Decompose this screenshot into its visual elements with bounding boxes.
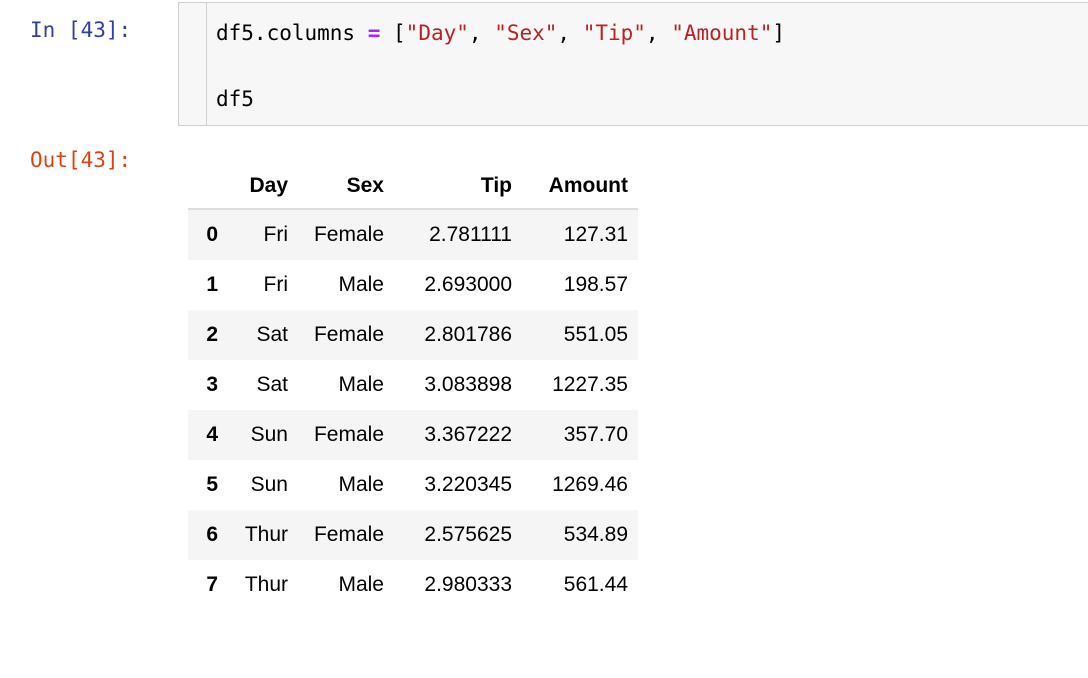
code-gutter xyxy=(179,3,207,125)
cell-sex: Female xyxy=(298,510,394,560)
cell-tip: 3.367222 xyxy=(394,410,522,460)
cell-day: Fri xyxy=(226,260,298,310)
cell-day: Sun xyxy=(226,460,298,510)
table-row: 0 Fri Female 2.781111 127.31 xyxy=(188,209,638,260)
column-header-index xyxy=(188,168,226,209)
row-index-cell: 1 xyxy=(188,260,226,310)
row-index-cell: 7 xyxy=(188,560,226,610)
cell-day: Sat xyxy=(226,310,298,360)
table-head: Day Sex Tip Amount xyxy=(188,168,638,209)
table-body: 0 Fri Female 2.781111 127.31 1 Fri Male … xyxy=(188,209,638,610)
row-index-cell: 5 xyxy=(188,460,226,510)
column-header-tip: Tip xyxy=(394,168,522,209)
code-text[interactable]: df5.columns = ["Day", "Sex", "Tip", "Amo… xyxy=(208,3,1088,125)
cell-tip: 2.980333 xyxy=(394,560,522,610)
code-line-3: df5 xyxy=(216,83,1088,116)
cell-tip: 3.220345 xyxy=(394,460,522,510)
cell-sex: Male xyxy=(298,360,394,410)
code-line-1: df5.columns = ["Day", "Sex", "Tip", "Amo… xyxy=(216,17,1088,50)
column-header-day: Day xyxy=(226,168,298,209)
table-row: 4 Sun Female 3.367222 357.70 xyxy=(188,410,638,460)
table-row: 7 Thur Male 2.980333 561.44 xyxy=(188,560,638,610)
cell-sex: Female xyxy=(298,410,394,460)
cell-amount: 127.31 xyxy=(522,209,638,260)
table-header-row: Day Sex Tip Amount xyxy=(188,168,638,209)
cell-tip: 2.781111 xyxy=(394,209,522,260)
code-token-string-tip: "Tip" xyxy=(583,21,646,45)
dataframe-output: Day Sex Tip Amount 0 Fri Female 2.781111… xyxy=(188,168,638,610)
table-row: 6 Thur Female 2.575625 534.89 xyxy=(188,510,638,560)
cell-amount: 551.05 xyxy=(522,310,638,360)
row-index-cell: 0 xyxy=(188,209,226,260)
code-line-2-blank xyxy=(216,50,1088,83)
cell-tip: 2.801786 xyxy=(394,310,522,360)
cell-sex: Female xyxy=(298,310,394,360)
cell-sex: Female xyxy=(298,209,394,260)
cell-tip: 3.083898 xyxy=(394,360,522,410)
column-header-amount: Amount xyxy=(522,168,638,209)
cell-amount: 198.57 xyxy=(522,260,638,310)
cell-day: Fri xyxy=(226,209,298,260)
code-token-comma-1: , xyxy=(469,21,494,45)
cell-sex: Male xyxy=(298,560,394,610)
notebook-input-cell: In [43]: df5.columns = ["Day", "Sex", "T… xyxy=(0,0,1088,128)
output-prompt-label: Out[43]: xyxy=(30,148,131,172)
table-row: 2 Sat Female 2.801786 551.05 xyxy=(188,310,638,360)
cell-amount: 534.89 xyxy=(522,510,638,560)
cell-amount: 561.44 xyxy=(522,560,638,610)
cell-day: Sun xyxy=(226,410,298,460)
row-index-cell: 2 xyxy=(188,310,226,360)
table-row: 1 Fri Male 2.693000 198.57 xyxy=(188,260,638,310)
code-token-comma-3: , xyxy=(646,21,671,45)
code-token-string-sex: "Sex" xyxy=(494,21,557,45)
cell-amount: 357.70 xyxy=(522,410,638,460)
column-header-sex: Sex xyxy=(298,168,394,209)
row-index-cell: 6 xyxy=(188,510,226,560)
code-token-close-bracket: ] xyxy=(772,21,785,45)
cell-sex: Male xyxy=(298,260,394,310)
code-token-open-bracket: [ xyxy=(380,21,405,45)
code-editor-area[interactable]: df5.columns = ["Day", "Sex", "Tip", "Amo… xyxy=(178,2,1088,126)
code-token-comma-2: , xyxy=(557,21,582,45)
table-row: 5 Sun Male 3.220345 1269.46 xyxy=(188,460,638,510)
cell-day: Thur xyxy=(226,510,298,560)
row-index-cell: 3 xyxy=(188,360,226,410)
cell-sex: Male xyxy=(298,460,394,510)
cell-tip: 2.575625 xyxy=(394,510,522,560)
cell-amount: 1227.35 xyxy=(522,360,638,410)
code-token-target: df5.columns xyxy=(216,21,368,45)
input-prompt-label: In [43]: xyxy=(30,18,131,42)
cell-amount: 1269.46 xyxy=(522,460,638,510)
row-index-cell: 4 xyxy=(188,410,226,460)
cell-tip: 2.693000 xyxy=(394,260,522,310)
cell-day: Thur xyxy=(226,560,298,610)
code-token-assign-operator: = xyxy=(368,21,381,45)
cell-day: Sat xyxy=(226,360,298,410)
code-token-string-amount: "Amount" xyxy=(671,21,772,45)
table-row: 3 Sat Male 3.083898 1227.35 xyxy=(188,360,638,410)
code-token-string-day: "Day" xyxy=(406,21,469,45)
dataframe-table: Day Sex Tip Amount 0 Fri Female 2.781111… xyxy=(188,168,638,610)
